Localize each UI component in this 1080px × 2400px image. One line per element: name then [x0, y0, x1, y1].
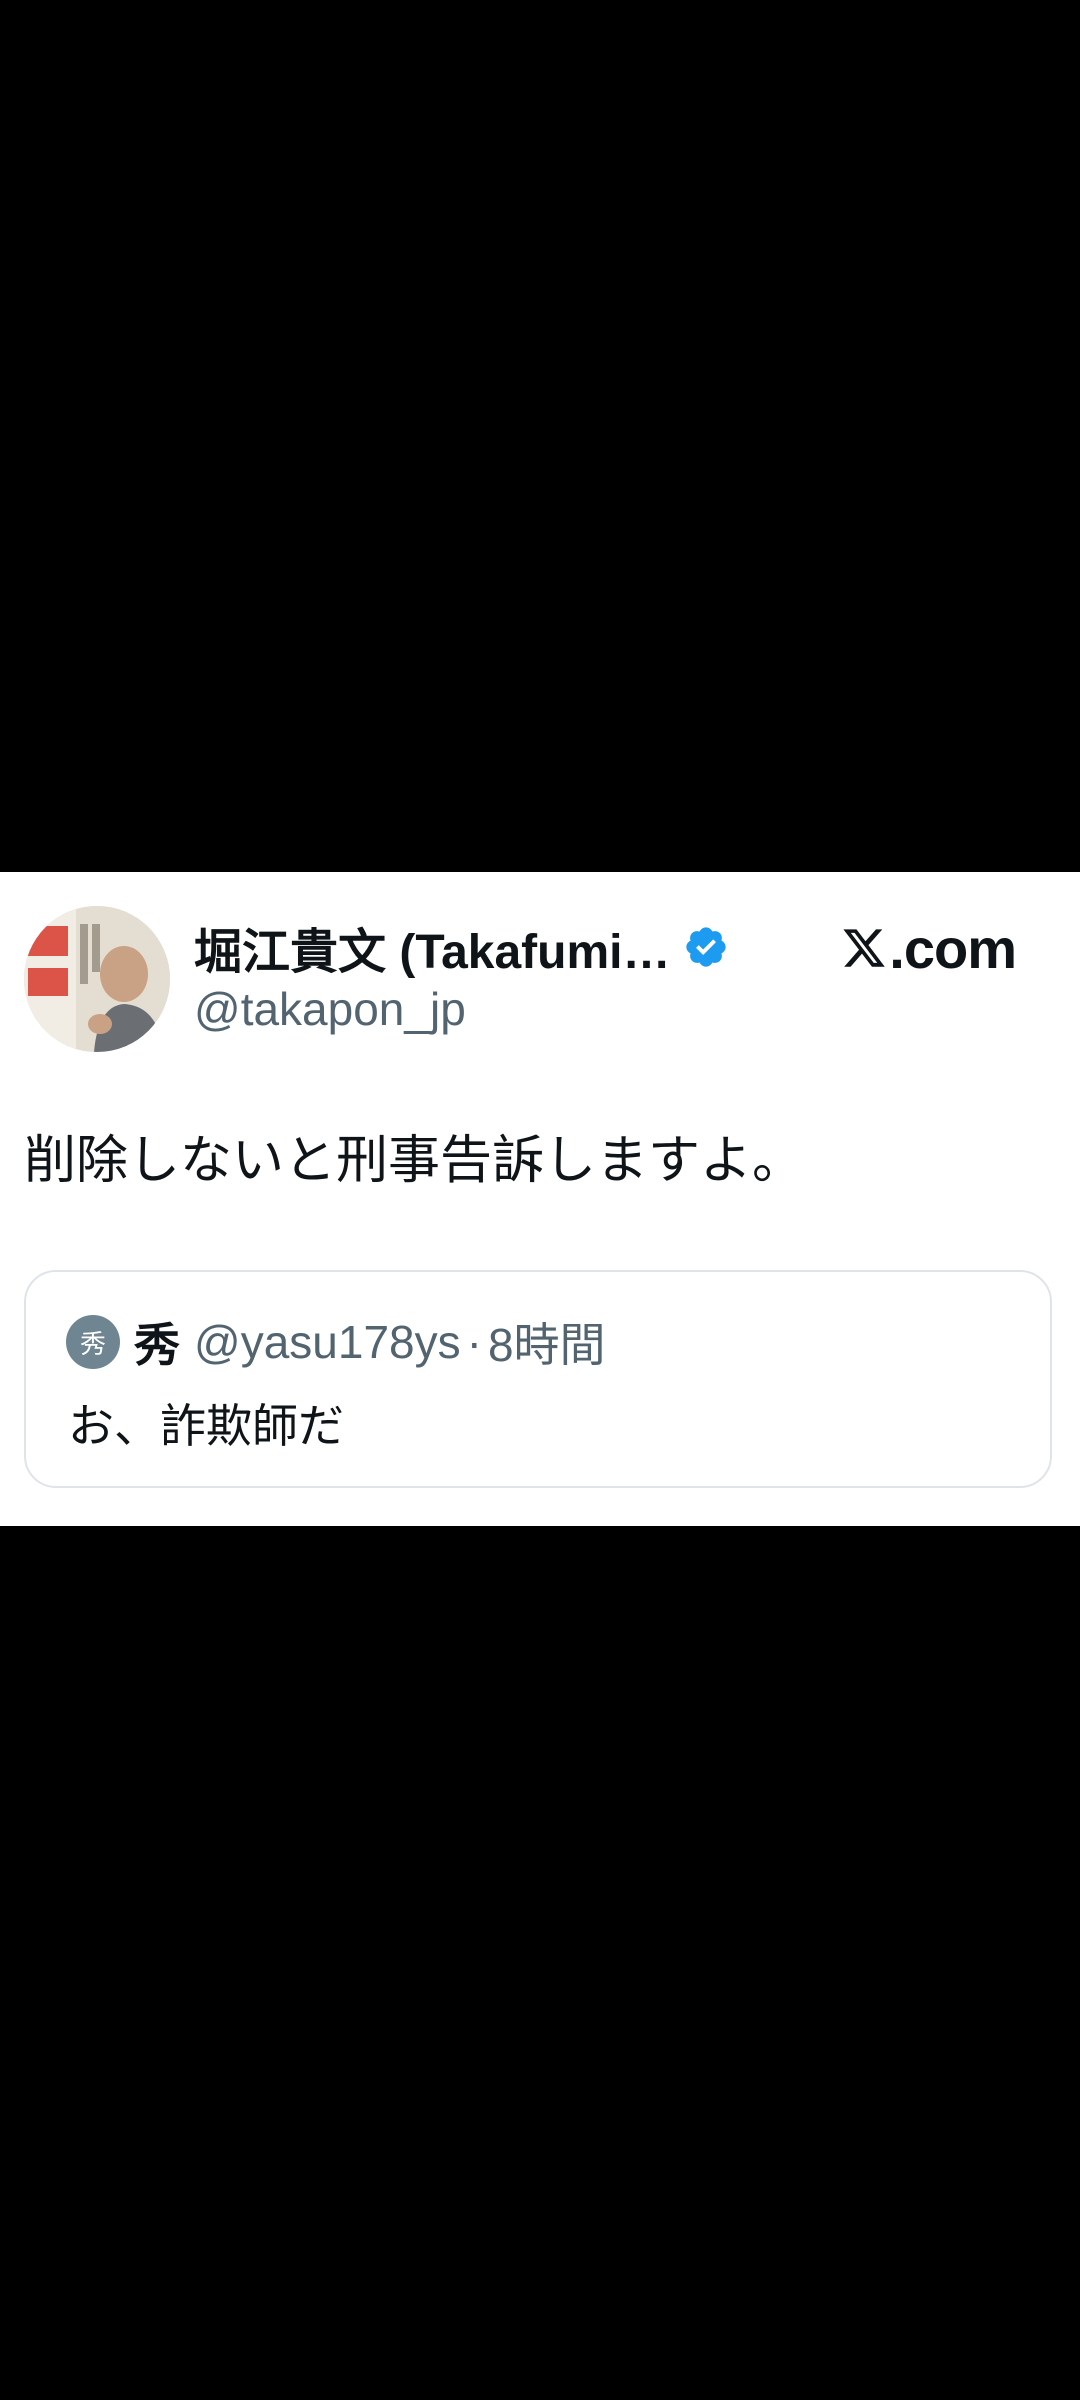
tweet-card[interactable]: 堀江貴文 (Takafumi… @takapon_jp .com 削除しないと刑…: [0, 872, 1080, 1526]
brand-domain: .com: [889, 916, 1017, 980]
verified-badge-icon: [683, 924, 729, 970]
quoted-separator: ·: [466, 1316, 482, 1368]
quoted-tweet-header: 秀 秀 @yasu178ys · 8時間: [66, 1314, 606, 1371]
tweet-text: 削除しないと刑事告訴しますよ。: [24, 1132, 805, 1190]
quoted-author-name[interactable]: 秀: [134, 1309, 180, 1375]
brand-watermark: .com: [841, 916, 1017, 980]
quoted-tweet-text: お、詐欺師だ: [68, 1400, 344, 1452]
author-handle[interactable]: @takapon_jp: [194, 982, 466, 1036]
quoted-timestamp[interactable]: 8時間: [488, 1309, 606, 1375]
author-name-row[interactable]: 堀江貴文 (Takafumi…: [194, 918, 729, 979]
screen: 堀江貴文 (Takafumi… @takapon_jp .com 削除しないと刑…: [0, 0, 1080, 2400]
avatar-photo: [24, 906, 170, 1052]
x-logo-icon: [841, 925, 887, 971]
author-avatar[interactable]: [24, 906, 170, 1052]
author-display-name[interactable]: 堀江貴文 (Takafumi…: [194, 912, 671, 982]
quoted-author-handle[interactable]: @yasu178ys: [194, 1315, 461, 1369]
quoted-tweet[interactable]: 秀 秀 @yasu178ys · 8時間 お、詐欺師だ: [24, 1270, 1052, 1488]
quoted-author-avatar[interactable]: 秀: [66, 1315, 120, 1369]
